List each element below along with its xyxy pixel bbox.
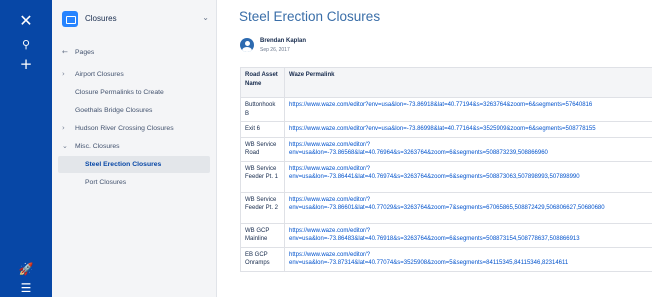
waze-permalink-link[interactable]: https://www.waze.com/editor/? env=usa&lo… bbox=[284, 191, 652, 224]
table-row: WB Service Feeder Pt. 1 https://www.waze… bbox=[240, 160, 652, 193]
waze-permalink-link[interactable]: https://www.waze.com/editor/? env=usa&lo… bbox=[284, 160, 652, 193]
sidebar-item-hudson-river[interactable]: › Hudson River Crossing Closures bbox=[58, 120, 210, 137]
waze-permalink-link[interactable]: https://www.waze.com/editor/? env=usa&lo… bbox=[284, 136, 652, 162]
road-asset-name: WB Service Road bbox=[240, 136, 285, 162]
table-row: EB GCP Onramps https://www.waze.com/edit… bbox=[240, 246, 652, 272]
road-asset-name: WB Service Feeder Pt. 1 bbox=[240, 160, 285, 193]
sidebar-item-port-closures[interactable]: Port Closures bbox=[58, 174, 210, 191]
search-icon[interactable]: ⚲ bbox=[0, 38, 52, 51]
chevron-down-icon[interactable]: ⌄ bbox=[62, 142, 68, 150]
road-asset-name: Exit 6 bbox=[240, 121, 285, 138]
road-asset-name: Buttonhook B bbox=[240, 97, 285, 122]
chevron-right-icon[interactable]: › bbox=[62, 70, 65, 78]
sidebar-item-label: Pages bbox=[75, 49, 95, 56]
sidebar-item-label: Port Closures bbox=[85, 179, 127, 186]
space-name: Closures bbox=[85, 14, 117, 23]
chevron-right-icon[interactable]: › bbox=[62, 124, 65, 132]
table-row: Buttonhook B https://www.waze.com/editor… bbox=[240, 97, 652, 122]
permalink-table: Road Asset Name Waze Permalink Buttonhoo… bbox=[240, 67, 652, 272]
sidebar-item-steel-erection[interactable]: Steel Erection Closures bbox=[58, 156, 210, 173]
table-header-row: Road Asset Name Waze Permalink bbox=[240, 67, 652, 98]
confluence-logo-icon[interactable]: ✕ bbox=[0, 11, 52, 30]
space-sidebar: Closures ⌄ ← Pages › Airport Closures Cl… bbox=[52, 0, 217, 297]
sidebar-item-label: Steel Erection Closures bbox=[85, 161, 162, 168]
sidebar-item-label: Airport Closures bbox=[75, 71, 124, 78]
rocket-icon[interactable]: 🚀 bbox=[0, 262, 52, 276]
waze-permalink-link[interactable]: https://www.waze.com/editor/? env=usa&lo… bbox=[284, 222, 652, 248]
sidebar-item-label: Closure Permalinks to Create bbox=[75, 89, 164, 96]
sidebar-item-label: Goethals Bridge Closures bbox=[75, 107, 153, 114]
page-content: Steel Erection Closures Brendan Kaplan S… bbox=[217, 0, 652, 297]
sidebar-item-goethals-bridge[interactable]: Goethals Bridge Closures bbox=[58, 102, 210, 119]
author-name[interactable]: Brendan Kaplan bbox=[260, 38, 306, 44]
table-row: Exit 6 https://www.waze.com/editor?env=u… bbox=[240, 121, 652, 138]
permalink-table-wrapper: Road Asset Name Waze Permalink Buttonhoo… bbox=[240, 67, 652, 285]
sidebar-item-pages[interactable]: ← Pages bbox=[58, 44, 210, 61]
column-header-road-asset: Road Asset Name bbox=[240, 67, 285, 98]
waze-permalink-link[interactable]: https://www.waze.com/editor?env=usa&lon=… bbox=[284, 97, 652, 122]
avatar-head bbox=[244, 40, 250, 46]
waze-permalink-link[interactable]: https://www.waze.com/editor/? env=usa&lo… bbox=[284, 246, 652, 272]
sidebar-item-airport-closures[interactable]: › Airport Closures bbox=[58, 66, 210, 83]
waze-permalink-link[interactable]: https://www.waze.com/editor?env=usa&lon=… bbox=[284, 121, 652, 138]
page-title: Steel Erection Closures bbox=[239, 9, 381, 24]
create-icon[interactable]: + bbox=[0, 55, 52, 73]
global-navigation: ✕ ⚲ + 🚀 ☰ bbox=[0, 0, 52, 297]
back-arrow-icon[interactable]: ← bbox=[62, 48, 68, 56]
table-row: WB Service Road https://www.waze.com/edi… bbox=[240, 136, 652, 162]
table-row: WB Service Feeder Pt. 2 https://www.waze… bbox=[240, 191, 652, 224]
sidebar-item-closure-permalinks[interactable]: Closure Permalinks to Create bbox=[58, 84, 210, 101]
menu-icon[interactable]: ☰ bbox=[0, 281, 52, 295]
road-asset-name: EB GCP Onramps bbox=[240, 246, 285, 272]
sidebar-item-label: Misc. Closures bbox=[75, 143, 120, 150]
page-date: Sep 26, 2017 bbox=[260, 47, 290, 53]
space-icon bbox=[62, 11, 78, 27]
road-asset-name: WB Service Feeder Pt. 2 bbox=[240, 191, 285, 224]
sidebar-item-label: Hudson River Crossing Closures bbox=[75, 125, 174, 132]
avatar-body bbox=[242, 47, 252, 52]
avatar[interactable] bbox=[240, 38, 254, 52]
table-row: WB GCP Mainline https://www.waze.com/edi… bbox=[240, 222, 652, 248]
road-asset-name: WB GCP Mainline bbox=[240, 222, 285, 248]
sidebar-item-misc-closures[interactable]: ⌄ Misc. Closures bbox=[58, 138, 210, 155]
chevron-down-icon[interactable]: ⌄ bbox=[202, 13, 209, 22]
column-header-waze-permalink: Waze Permalink bbox=[284, 67, 652, 98]
space-switcher[interactable]: Closures ⌄ bbox=[61, 10, 211, 30]
